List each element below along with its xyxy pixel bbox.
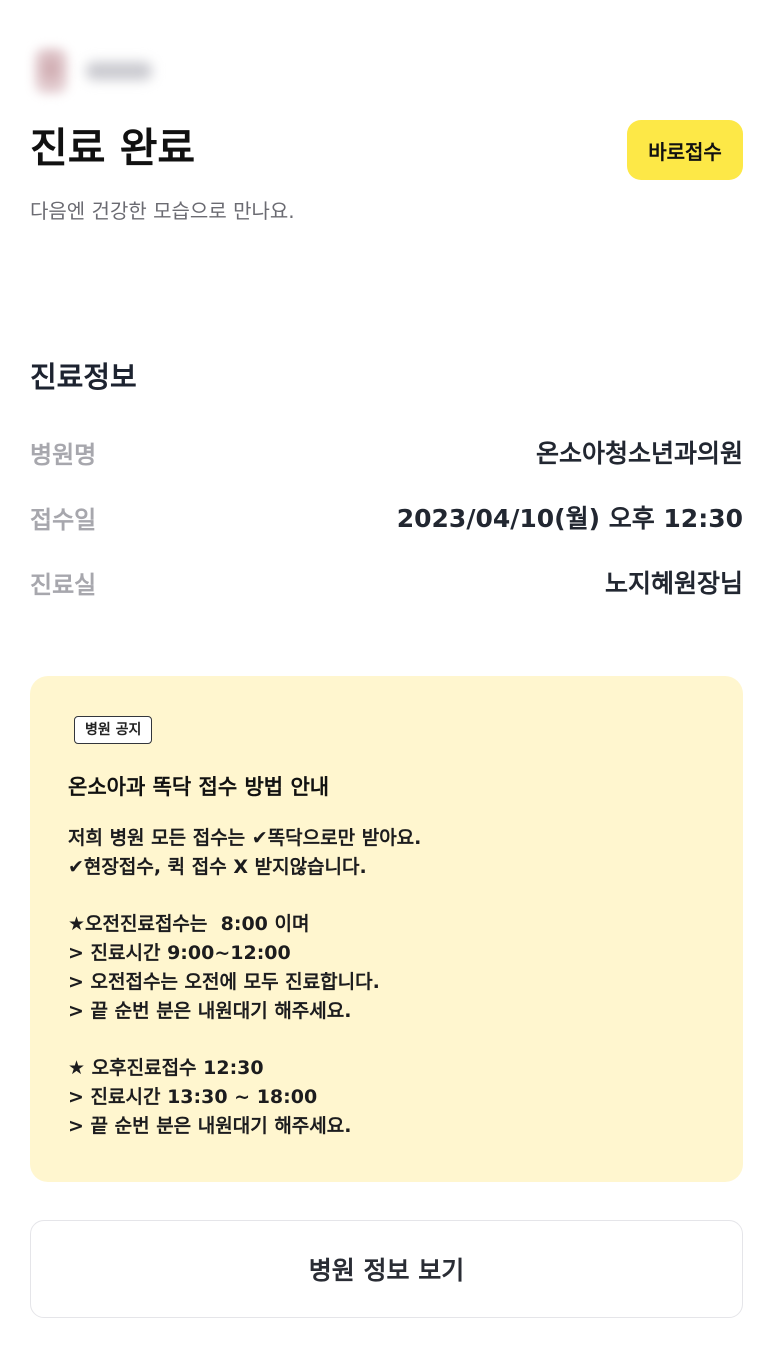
info-value: 온소아청소년과의원 xyxy=(535,439,743,468)
notice-line xyxy=(68,882,708,911)
quick-register-button[interactable]: 바로접수 xyxy=(627,120,743,180)
page-title: 진료 완료 xyxy=(30,124,196,172)
info-row-reception-date: 접수일 2023/04/10(월) 오후 12:30 xyxy=(30,495,743,539)
notice-line: > 진료시간 13:30 ~ 18:00 xyxy=(68,1086,318,1109)
notice-line: > 오전접수는 오전에 모두 진료합니다. xyxy=(68,970,380,993)
info-label: 접수일 xyxy=(30,505,97,534)
patient-name-blurred xyxy=(86,62,152,80)
info-label: 병원명 xyxy=(30,440,97,469)
avatar xyxy=(34,48,68,94)
notice-line: > 끝 순번 분은 내원대기 해주세요. xyxy=(68,999,352,1022)
notice-line: > 진료시간 9:00~12:00 xyxy=(68,942,291,965)
notice-line xyxy=(68,1026,708,1055)
notice-body: 저희 병원 모든 접수는 ✔똑닥으로만 받아요. ✔현장접수, 퀵 접수 X 받… xyxy=(68,824,708,1141)
notice-line: ★ 오후진료접수 12:30 xyxy=(68,1057,264,1080)
notice-line: > 끝 순번 분은 내원대기 해주세요. xyxy=(68,1114,352,1137)
info-row-hospital: 병원명 온소아청소년과의원 xyxy=(30,430,743,474)
notice-title: 온소아과 똑닥 접수 방법 안내 xyxy=(68,775,330,799)
notice-line: ★오전진료접수는 8:00 이며 xyxy=(68,913,310,936)
section-title-visit-info: 진료정보 xyxy=(30,360,137,394)
notice-line: 저희 병원 모든 접수는 ✔똑닥으로만 받아요. xyxy=(68,827,422,849)
info-row-clinic-room: 진료실 노지혜원장님 xyxy=(30,560,743,604)
patient-profile xyxy=(30,42,160,100)
view-hospital-info-button[interactable]: 병원 정보 보기 xyxy=(30,1220,743,1318)
notice-line: ✔현장접수, 퀵 접수 X 받지않습니다. xyxy=(68,855,367,878)
hospital-notice-card: 병원 공지 온소아과 똑닥 접수 방법 안내 저희 병원 모든 접수는 ✔똑닥으… xyxy=(30,676,743,1182)
info-label: 진료실 xyxy=(30,570,97,599)
info-value: 2023/04/10(월) 오후 12:30 xyxy=(396,504,743,533)
notice-tag: 병원 공지 xyxy=(74,716,153,744)
info-value: 노지혜원장님 xyxy=(604,569,743,598)
page-subtitle: 다음엔 건강한 모습으로 만나요. xyxy=(30,199,295,223)
